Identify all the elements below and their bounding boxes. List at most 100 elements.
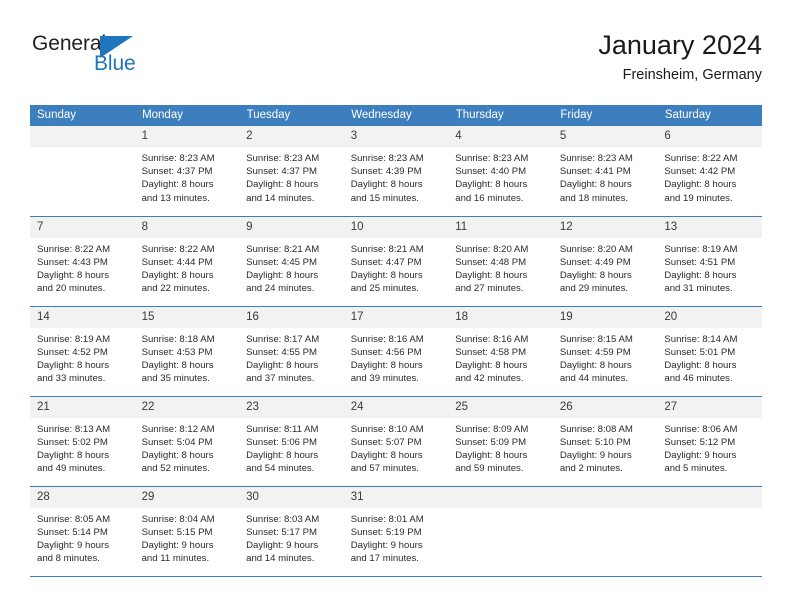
page-subtitle: Freinsheim, Germany — [622, 67, 762, 83]
day-sun-info: Sunrise: 8:17 AM Sunset: 4:55 PM Daylight:… — [239, 328, 344, 386]
daylight-text-line2: and 13 minutes. — [141, 192, 210, 204]
daylight-text-line2: and 16 minutes. — [455, 192, 524, 204]
day-sun-info: Sunrise: 8:01 AM Sunset: 5:19 PM Daylight:… — [344, 508, 449, 566]
calendar-day-cell-empty — [552, 486, 658, 577]
calendar-day-cell[interactable]: 10 Sunrise: 8:21 AM Sunset: 4:47 PM Dayligh… — [343, 216, 449, 307]
day-number: 14 — [30, 306, 135, 328]
daylight-text-line2: and 24 minutes. — [246, 283, 315, 295]
sunrise-text: Sunrise: 8:16 AM — [455, 333, 529, 345]
calendar-day-cell[interactable]: 22 Sunrise: 8:12 AM Sunset: 5:04 PM Dayligh… — [134, 396, 240, 487]
sunset-text: Sunset: 4:52 PM — [37, 346, 108, 358]
day-sun-info: Sunrise: 8:18 AM Sunset: 4:53 PM Daylight:… — [135, 328, 240, 386]
calendar-day-cell[interactable]: 3 Sunrise: 8:23 AM Sunset: 4:39 PM Daylight… — [343, 126, 449, 217]
sunset-text: Sunset: 4:42 PM — [664, 166, 736, 178]
sunset-text: Sunset: 5:15 PM — [141, 526, 213, 538]
day-number: 2 — [239, 126, 344, 147]
calendar-day-cell[interactable]: 1 Sunrise: 8:23 AM Sunset: 4:37 PM Daylight… — [134, 126, 240, 217]
daylight-text-line2: and 8 minutes. — [37, 553, 100, 565]
calendar-day-cell[interactable]: 17 Sunrise: 8:16 AM Sunset: 4:56 PM Dayligh… — [343, 306, 449, 397]
daylight-text-line2: and 44 minutes. — [559, 373, 629, 385]
day-number — [448, 486, 553, 508]
sunset-text: Sunset: 4:51 PM — [664, 256, 736, 268]
calendar-day-cell[interactable]: 13 Sunrise: 8:19 AM Sunset: 4:51 PM Dayligh… — [657, 216, 762, 307]
calendar-day-cell[interactable]: 8 Sunrise: 8:22 AM Sunset: 4:44 PM Daylight… — [134, 216, 240, 307]
day-number: 31 — [343, 486, 449, 508]
calendar-day-cell-empty — [448, 486, 553, 577]
day-sun-info: Sunrise: 8:03 AM Sunset: 5:17 PM Daylight:… — [239, 508, 344, 566]
daylight-text-line1: Daylight: 8 hours — [350, 359, 423, 371]
day-sun-info: Sunrise: 8:13 AM Sunset: 5:02 PM Daylight:… — [30, 418, 135, 476]
day-number: 8 — [134, 216, 240, 238]
sunset-text: Sunset: 5:09 PM — [455, 436, 527, 448]
daylight-text-line1: Daylight: 8 hours — [455, 449, 528, 461]
calendar-day-cell[interactable]: 23 Sunrise: 8:11 AM Sunset: 5:06 PM Dayligh… — [239, 396, 344, 487]
calendar-day-cell[interactable]: 5 Sunrise: 8:23 AM Sunset: 4:41 PM Daylight… — [552, 126, 658, 217]
day-number: 30 — [239, 486, 344, 508]
daylight-text-line2: and 15 minutes. — [350, 192, 419, 204]
calendar-day-cell[interactable]: 31 Sunrise: 8:01 AM Sunset: 5:19 PM Dayligh… — [343, 486, 449, 577]
calendar-day-cell[interactable]: 9 Sunrise: 8:21 AM Sunset: 4:45 PM Daylight… — [239, 216, 344, 307]
calendar-day-cell[interactable]: 11 Sunrise: 8:20 AM Sunset: 4:48 PM Dayligh… — [448, 216, 553, 307]
day-number: 12 — [552, 216, 658, 238]
calendar-day-cell[interactable]: 6 Sunrise: 8:22 AM Sunset: 4:42 PM Daylight… — [657, 126, 762, 217]
calendar-day-cell[interactable]: 21 Sunrise: 8:13 AM Sunset: 5:02 PM Dayligh… — [30, 396, 135, 487]
day-sun-info: Sunrise: 8:05 AM Sunset: 5:14 PM Daylight:… — [30, 508, 135, 566]
sunrise-text: Sunrise: 8:17 AM — [246, 333, 320, 345]
calendar-week-row: 1 Sunrise: 8:23 AM Sunset: 4:37 PM Daylight… — [30, 126, 762, 217]
daylight-text-line1: Daylight: 9 hours — [37, 539, 109, 551]
calendar-day-cell[interactable]: 16 Sunrise: 8:17 AM Sunset: 4:55 PM Dayligh… — [239, 306, 344, 397]
logo-text-blue: Blue — [94, 52, 136, 75]
calendar-day-cell[interactable]: 2 Sunrise: 8:23 AM Sunset: 4:37 PM Daylight… — [239, 126, 344, 217]
daylight-text-line1: Daylight: 8 hours — [664, 359, 737, 371]
day-number: 10 — [343, 216, 449, 238]
calendar-day-cell[interactable]: 20 Sunrise: 8:14 AM Sunset: 5:01 PM Dayligh… — [657, 306, 762, 397]
sunrise-text: Sunrise: 8:18 AM — [141, 333, 215, 345]
calendar-week-row: 14 Sunrise: 8:19 AM Sunset: 4:52 PM Dayligh… — [30, 306, 762, 397]
sunset-text: Sunset: 4:58 PM — [455, 346, 527, 358]
calendar-day-cell[interactable]: 4 Sunrise: 8:23 AM Sunset: 4:40 PM Daylight… — [448, 126, 553, 217]
calendar-day-cell[interactable]: 14 Sunrise: 8:19 AM Sunset: 4:52 PM Dayligh… — [30, 306, 135, 397]
daylight-text-line1: Daylight: 8 hours — [246, 179, 319, 191]
calendar-table: Sunday Monday Tuesday Wednesday Thursday… — [30, 105, 763, 577]
daylight-text-line1: Daylight: 8 hours — [559, 179, 632, 191]
calendar-day-cell[interactable]: 29 Sunrise: 8:04 AM Sunset: 5:15 PM Dayligh… — [134, 486, 240, 577]
calendar-day-cell[interactable]: 24 Sunrise: 8:10 AM Sunset: 5:07 PM Dayligh… — [343, 396, 449, 487]
calendar-day-cell[interactable]: 30 Sunrise: 8:03 AM Sunset: 5:17 PM Dayligh… — [239, 486, 344, 577]
daylight-text-line1: Daylight: 8 hours — [37, 449, 109, 461]
day-number: 3 — [343, 126, 449, 147]
sunset-text: Sunset: 4:40 PM — [455, 166, 527, 178]
daylight-text-line2: and 25 minutes. — [350, 283, 419, 295]
day-number: 11 — [448, 216, 553, 238]
sunrise-text: Sunrise: 8:12 AM — [141, 423, 215, 435]
title-block: January 2024 Freinsheim, Germany — [598, 28, 762, 86]
calendar-day-cell[interactable]: 15 Sunrise: 8:18 AM Sunset: 4:53 PM Dayligh… — [134, 306, 240, 397]
calendar-day-cell[interactable]: 26 Sunrise: 8:08 AM Sunset: 5:10 PM Dayligh… — [552, 396, 658, 487]
calendar-day-cell[interactable]: 28 Sunrise: 8:05 AM Sunset: 5:14 PM Dayligh… — [30, 486, 135, 577]
sunrise-text: Sunrise: 8:13 AM — [37, 423, 111, 435]
sunrise-text: Sunrise: 8:20 AM — [559, 243, 633, 255]
daylight-text-line2: and 27 minutes. — [455, 283, 524, 295]
day-number: 20 — [657, 306, 762, 328]
sunset-text: Sunset: 5:01 PM — [664, 346, 736, 358]
weekday-header-thursday: Thursday — [448, 105, 554, 126]
daylight-text-line2: and 54 minutes. — [246, 463, 315, 475]
daylight-text-line1: Daylight: 8 hours — [141, 449, 214, 461]
calendar-day-cell[interactable]: 27 Sunrise: 8:06 AM Sunset: 5:12 PM Dayligh… — [657, 396, 762, 487]
sunset-text: Sunset: 5:12 PM — [664, 436, 736, 448]
daylight-text-line1: Daylight: 8 hours — [141, 359, 214, 371]
daylight-text-line1: Daylight: 8 hours — [559, 359, 632, 371]
daylight-text-line1: Daylight: 8 hours — [559, 269, 632, 281]
calendar-day-cell[interactable]: 19 Sunrise: 8:15 AM Sunset: 4:59 PM Dayligh… — [552, 306, 658, 397]
calendar-day-cell[interactable]: 7 Sunrise: 8:22 AM Sunset: 4:43 PM Daylight… — [30, 216, 135, 307]
daylight-text-line2: and 39 minutes. — [350, 373, 419, 385]
general-blue-logo[interactable]: General Blue — [32, 32, 172, 90]
sunrise-text: Sunrise: 8:23 AM — [455, 153, 529, 164]
day-number: 19 — [552, 306, 658, 328]
daylight-text-line2: and 17 minutes. — [350, 553, 419, 565]
sunrise-text: Sunrise: 8:19 AM — [37, 333, 111, 345]
calendar-day-cell[interactable]: 12 Sunrise: 8:20 AM Sunset: 4:49 PM Dayligh… — [552, 216, 658, 307]
sunrise-text: Sunrise: 8:23 AM — [246, 153, 320, 164]
day-number: 22 — [134, 396, 240, 418]
calendar-day-cell[interactable]: 18 Sunrise: 8:16 AM Sunset: 4:58 PM Dayligh… — [448, 306, 553, 397]
calendar-day-cell[interactable]: 25 Sunrise: 8:09 AM Sunset: 5:09 PM Dayligh… — [448, 396, 553, 487]
